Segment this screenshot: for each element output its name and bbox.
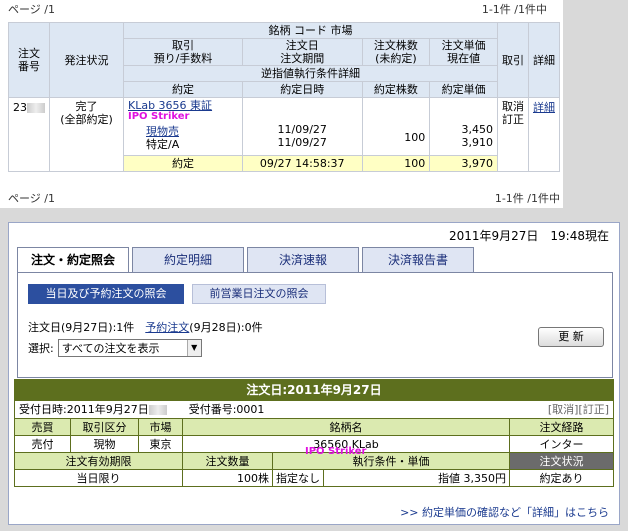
tab-settlement-report[interactable]: 決済報告書 <box>362 247 474 273</box>
page-bar-top: ページ /1 1-1件 /1件中 <box>0 0 563 17</box>
previous-day-orders-button[interactable]: 前営業日注文の照会 <box>192 284 326 304</box>
page-indicator: ページ /1 <box>8 2 55 16</box>
col-tanka: 注文単価 現在値 <box>429 38 498 66</box>
col-torikeshi: 取引 <box>497 22 529 98</box>
blurred-text <box>148 405 167 415</box>
tab-order-inquiry[interactable]: 注文・約定照会 <box>17 247 129 274</box>
action-cell: 取消 訂正 <box>497 97 529 172</box>
col-kabusu: 注文株数 (未約定) <box>361 38 431 66</box>
yakujo-time: 09/27 14:58:37 <box>241 155 363 172</box>
yakujo-tanka: 3,970 <box>429 155 498 172</box>
yakujo-label: 約定 <box>123 155 243 172</box>
col-yakujo: 約定 <box>123 81 243 98</box>
table-row: 当日限り 100株 指定なし 指値 3,350円 約定あり <box>14 469 614 487</box>
col-gyakusashi: 逆指値執行条件詳細 <box>123 65 498 82</box>
page-bar-bottom: ページ /1 1-1件 /1件中 <box>8 190 560 206</box>
col-yakujo-tanka: 約定単価 <box>429 81 498 98</box>
meigara-cell: KLab 3656 東証 IPO Striker 現物売 特定/A <box>123 97 243 156</box>
col-yakujo-nichiji: 約定日時 <box>241 81 363 98</box>
table-row: 売付 現物 東京 36560 KLab IPO Striker インター <box>14 435 614 457</box>
today-orders-button[interactable]: 当日及び予約注文の照会 <box>28 284 184 304</box>
refresh-button[interactable]: 更 新 <box>538 327 604 347</box>
date-cell: 11/09/27 11/09/27 <box>241 97 363 156</box>
order-inquiry-panel: 2011年9月27日 19:48現在 注文・約定照会 約定明細 決済速報 決済報… <box>8 222 620 525</box>
tab-bar: 注文・約定照会 約定明細 決済速報 決済報告書 <box>17 247 477 274</box>
tab-settlement-flash[interactable]: 決済速報 <box>247 247 359 273</box>
blurred-text <box>27 103 45 113</box>
correct-link[interactable]: 訂正 <box>502 113 524 126</box>
current-datetime: 2011年9月27日 19:48現在 <box>448 229 609 243</box>
filter-row: 選択: すべての注文を表示 ▼ <box>28 339 202 357</box>
col-shosai: 詳細 <box>528 22 560 98</box>
tab-execution-detail[interactable]: 約定明細 <box>132 247 244 273</box>
result-count: 1-1件 /1件中 <box>494 192 560 205</box>
cancel-link[interactable]: 取消 <box>502 100 524 113</box>
chevron-down-icon: ▼ <box>186 340 201 356</box>
col-status: 発注状況 <box>49 22 124 98</box>
status-cell: 完了 (全部約定) <box>49 97 124 172</box>
inquiry-controls: 当日及び予約注文の照会 前営業日注文の照会 注文日(9月27日):1件 予約注文… <box>17 272 613 378</box>
azukari-text: 特定/A <box>146 138 180 151</box>
order-date-title: 注文日:2011年9月27日 <box>14 379 614 401</box>
order-card: 注文日:2011年9月27日 受付日時:2011年9月27日 受付番号:0001… <box>14 379 614 487</box>
col-order-no: 注文 番号 <box>8 22 50 98</box>
col-meigara: 銘柄 コード 市場 <box>123 22 498 39</box>
kabusu-cell: 100 <box>361 97 431 156</box>
detail-help-link[interactable]: >> 約定単価の確認など「詳細」はこちら <box>400 504 609 520</box>
select-label: 選択: <box>28 342 54 355</box>
order-no-cell: 23 <box>8 97 50 172</box>
detail-link[interactable]: 詳細 <box>533 101 555 114</box>
torihiki-link[interactable]: 現物売 <box>146 125 179 138</box>
table-row: 23 完了 (全部約定) KLab 3656 東証 IPO Striker 現物売… <box>8 97 560 172</box>
ipo-striker-stamp: IPO Striker <box>305 446 367 457</box>
order-filter-select[interactable]: すべての注文を表示 ▼ <box>57 339 202 357</box>
receipt-row: 受付日時:2011年9月27日 受付番号:0001 [取消][訂正] <box>14 401 614 418</box>
order-list-panel: ページ /1 1-1件 /1件中 注文 番号 発注状況 銘柄 コード 市場 取引… <box>0 0 563 208</box>
cancel-correct-links[interactable]: [取消][訂正] <box>548 401 609 418</box>
result-count: 1-1件 /1件中 <box>481 2 547 16</box>
col-chumonbi: 注文日 注文期間 <box>241 38 363 66</box>
tanka-cell: 3,450 3,910 <box>429 97 498 156</box>
col-torihiki: 取引 預り/手数料 <box>123 38 243 66</box>
order-detail-table: 売買 取引区分 市場 銘柄名 注文経路 売付 現物 東京 36560 KLab … <box>14 418 614 487</box>
ipo-striker-stamp: IPO Striker <box>128 111 190 122</box>
page-indicator: ページ /1 <box>8 192 55 205</box>
detail-cell: 詳細 <box>528 97 560 172</box>
order-counts: 注文日(9月27日):1件 予約注文(9月28日):0件 <box>28 321 263 334</box>
reserve-order-link[interactable]: 予約注文 <box>145 321 189 334</box>
col-yakujo-kabusu: 約定株数 <box>361 81 431 98</box>
order-table: 注文 番号 発注状況 銘柄 コード 市場 取引 詳細 取引 預り/手数料 注文日注… <box>8 22 560 172</box>
yakujo-kabusu: 100 <box>361 155 431 172</box>
